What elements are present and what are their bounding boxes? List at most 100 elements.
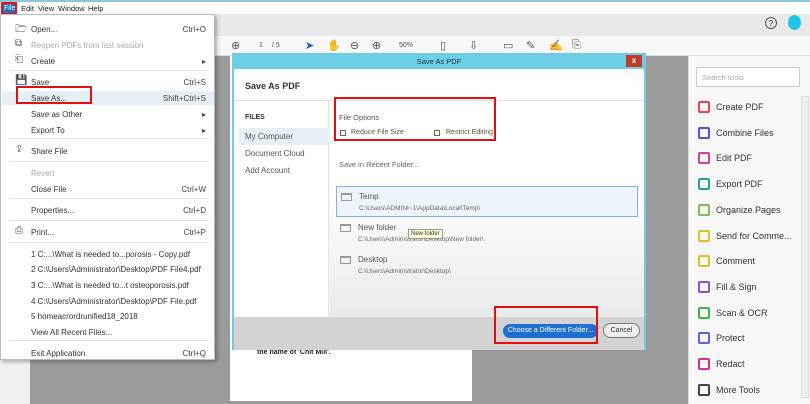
folder-icon: [341, 193, 352, 201]
zoom-out-icon[interactable]: ⊖: [350, 39, 359, 52]
file-menu: Open... Ctrl+O 🗁 Reopen PDFs from last sess…: [0, 14, 215, 360]
tool-item[interactable]: Combine Files: [698, 126, 774, 139]
menu-separator: [9, 242, 209, 243]
tool-icon: [698, 332, 710, 345]
tool-icon: [698, 178, 710, 191]
search-tools-input[interactable]: Search tools: [696, 67, 800, 87]
file-menu-item[interactable]: 2 C:\Users\Administrator\Desktop\PDF Fil…: [31, 265, 201, 274]
menu-separator: [9, 138, 209, 139]
tool-item[interactable]: Edit PDF: [698, 152, 752, 165]
avatar[interactable]: [788, 15, 801, 30]
tool-label: Send for Comme...: [716, 230, 792, 241]
tools-scrollbar[interactable]: [801, 96, 809, 398]
tool-icon: [698, 126, 710, 139]
tool-label: Protect: [716, 333, 745, 344]
share-icon: ⇪: [15, 144, 24, 155]
file-menu-item[interactable]: 4 C:\Users\Administrator\Desktop\PDF Fil…: [31, 297, 196, 306]
highlight-box-save-as: [16, 86, 92, 104]
folder-name: Temp: [359, 192, 379, 201]
tool-icon: [698, 101, 710, 113]
file-menu-item[interactable]: Properties...: [31, 206, 74, 215]
menu-separator: [9, 161, 209, 162]
tool-icon: [698, 306, 710, 319]
nav-document-cloud[interactable]: Document Cloud: [245, 149, 305, 158]
file-menu-item[interactable]: Save as Other: [31, 110, 82, 119]
dialog-heading: Save As PDF: [245, 81, 301, 91]
folder-icon: [340, 224, 351, 232]
file-menu-item[interactable]: Create: [31, 57, 55, 66]
recent-folder-item[interactable]: Temp C:\Users\ADMINI~1\AppData\Local\Temp…: [336, 186, 638, 217]
share-icon[interactable]: ⎘: [572, 39, 581, 52]
recent-folder-item[interactable]: New folder C:\Users\Administrator\Desktop…: [336, 218, 638, 249]
dialog-title-bar: Save As PDF: [234, 55, 644, 69]
file-menu-item[interactable]: Share File: [31, 147, 67, 156]
tool-item[interactable]: Redact: [698, 358, 745, 370]
page-total: / 5: [272, 42, 280, 49]
recent-folder-item[interactable]: Desktop C:\Users\Administrator\Desktop\: [336, 250, 638, 281]
highlight-box-choose-folder: [494, 306, 598, 344]
tool-label: Fill & Sign: [716, 281, 757, 292]
menu-shortcut: Ctrl+W: [181, 185, 206, 194]
save-icon: 💾: [15, 75, 28, 86]
tool-item[interactable]: More Tools: [698, 383, 760, 396]
sign-icon[interactable]: ✍: [549, 39, 563, 52]
tool-icon: [698, 229, 710, 242]
tool-item[interactable]: Protect: [698, 332, 745, 345]
file-menu-item[interactable]: Print...: [31, 228, 54, 237]
tool-item[interactable]: Organize Pages: [698, 203, 781, 216]
folder-name: New folder: [358, 223, 397, 232]
fit-page-icon[interactable]: ▯: [440, 39, 446, 52]
tool-label: Create PDF: [716, 102, 764, 112]
close-button[interactable]: x: [626, 55, 642, 67]
nav-my-computer[interactable]: My Computer: [245, 132, 293, 141]
menu-separator: [9, 340, 209, 341]
help-icon[interactable]: ?: [765, 17, 777, 29]
download-icon[interactable]: ⊕: [231, 39, 240, 52]
zoom-in-icon[interactable]: ⊕: [372, 39, 381, 52]
scroll-mode-icon[interactable]: ⇩: [469, 39, 478, 52]
nav-add-account[interactable]: Add Account: [245, 166, 290, 175]
document-text: the name of 'Chit Mill'.: [257, 349, 331, 356]
file-menu-item[interactable]: Export To: [31, 126, 65, 135]
file-menu-item[interactable]: Exit Application: [31, 349, 85, 358]
file-menu-item[interactable]: View All Recent Files...: [31, 328, 112, 337]
submenu-arrow-icon: ▸: [201, 110, 206, 119]
file-menu-item[interactable]: 1 C:...\What is needed to...porosis - Co…: [31, 250, 190, 259]
file-menu-item[interactable]: Revert: [31, 169, 55, 178]
file-menu-item[interactable]: 3 C:...\What is needed to...t osteoporos…: [31, 281, 189, 290]
tool-item[interactable]: Send for Comme...: [698, 229, 792, 242]
tool-icon: [698, 255, 710, 268]
file-menu-item[interactable]: Close File: [31, 185, 67, 194]
menu-separator: [9, 220, 209, 221]
highlight-icon[interactable]: ✎: [526, 39, 535, 52]
tool-icon: [698, 203, 710, 216]
select-icon[interactable]: ➤: [305, 39, 314, 52]
comment-icon[interactable]: ▭: [503, 39, 513, 52]
menu-window[interactable]: Window: [58, 4, 85, 13]
reopen-icon: ⧉: [15, 38, 23, 49]
folder-name: Desktop: [358, 255, 388, 264]
menu-help[interactable]: Help: [88, 4, 103, 13]
tool-icon: [698, 152, 710, 165]
file-menu-item[interactable]: 5 homeacrordrunified18_2018: [31, 312, 138, 321]
menu-edit[interactable]: Edit: [21, 4, 34, 13]
tool-item[interactable]: Export PDF: [698, 178, 763, 191]
page-number-input[interactable]: 1: [259, 42, 263, 49]
tool-label: Organize Pages: [716, 204, 781, 215]
files-label: FILES: [245, 114, 265, 121]
tool-item[interactable]: Scan & OCR: [698, 306, 768, 319]
menu-view[interactable]: View: [38, 4, 54, 13]
menu-shortcut: Ctrl+P: [183, 228, 206, 237]
menu-shortcut: Ctrl+D: [183, 206, 206, 215]
hand-icon[interactable]: ✋: [327, 39, 341, 52]
file-menu-item[interactable]: Open...: [31, 25, 57, 34]
cancel-button[interactable]: Cancel: [603, 323, 640, 338]
file-menu-item[interactable]: Reopen PDFs from last session: [31, 41, 144, 50]
tool-label: Export PDF: [716, 179, 763, 190]
tool-item[interactable]: Create PDF: [698, 101, 764, 113]
tool-item[interactable]: Fill & Sign: [698, 280, 757, 293]
tool-item[interactable]: Comment: [698, 255, 755, 268]
create-icon: ⎗: [15, 54, 23, 65]
tool-label: Redact: [716, 359, 745, 369]
zoom-select[interactable]: 50%: [399, 42, 413, 49]
